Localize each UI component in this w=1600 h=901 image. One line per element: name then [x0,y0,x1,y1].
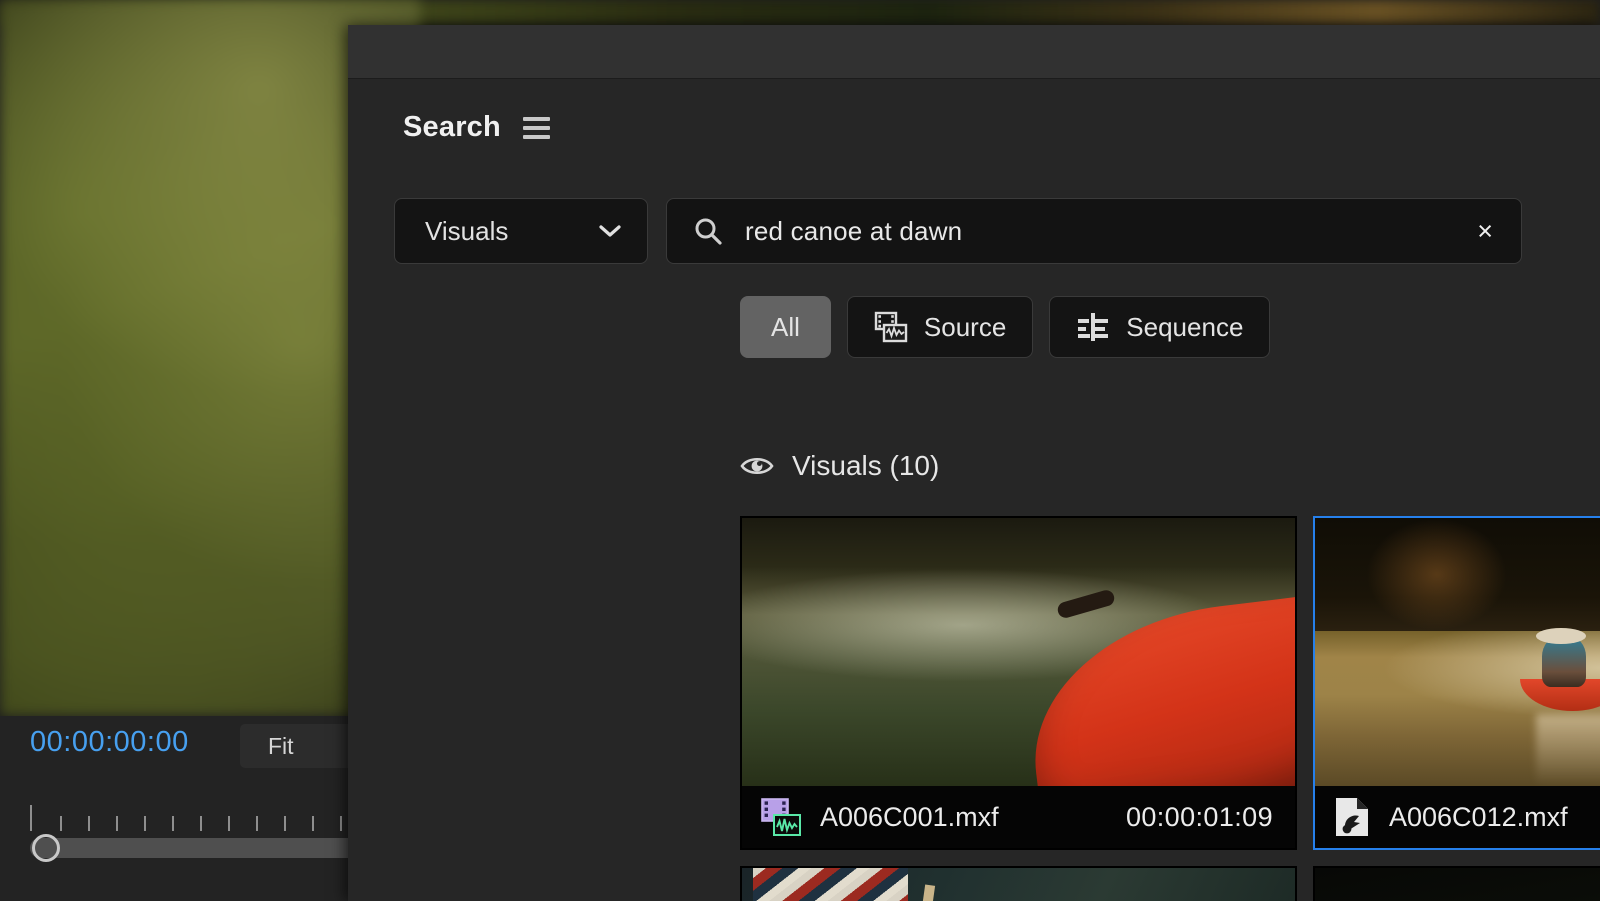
zoom-scrollbar-handle[interactable] [32,834,60,862]
tab-all-label: All [771,311,800,342]
result-card[interactable] [740,866,1297,901]
results-section-title: Visuals (10) [792,450,940,481]
results-grid: A006C001.mxf 00:00:01:09 A006C012.mxf [740,516,1600,901]
thumbnail[interactable] [1315,518,1600,786]
result-card[interactable]: A006C012.mxf 00:00:00:34 [1313,516,1600,850]
panel-titlebar[interactable] [348,25,1600,79]
file-doc-icon [1336,798,1368,836]
search-panel: Search Visuals red canoe at dawn × All S… [348,25,1600,901]
result-card[interactable]: A006C001.mxf 00:00:01:09 [740,516,1297,850]
search-input[interactable]: red canoe at dawn × [666,198,1522,264]
sequence-timeline-icon [1078,313,1109,341]
search-row: Visuals red canoe at dawn × [394,198,1522,264]
time-ruler[interactable] [30,805,360,831]
result-filename: A006C012.mxf [1389,801,1568,832]
tab-all[interactable]: All [740,296,831,358]
chevron-down-icon [599,225,621,237]
zoom-level-label: Fit [268,732,294,759]
result-meta: A006C012.mxf 00:00:00:34 [1315,786,1600,848]
tab-sequence[interactable]: Sequence [1049,296,1271,358]
scope-dropdown[interactable]: Visuals [394,198,648,264]
page-title: Search [403,111,501,143]
result-duration: 00:00:01:09 [1125,801,1273,832]
search-input-value: red canoe at dawn [745,215,963,246]
playhead-timecode[interactable]: 00:00:00:00 [30,726,189,759]
tab-sequence-label: Sequence [1126,311,1244,342]
zoom-scrollbar[interactable] [30,838,360,858]
panel-header: Search [403,111,550,144]
filter-tabs: All Source Sequence [740,296,1271,358]
result-filename: A006C001.mxf [820,801,999,832]
search-icon [695,218,722,245]
results-section-header: Visuals (10) [740,450,939,482]
screen: 00:00:00:00 Fit Search Visuals red canoe… [0,0,1600,901]
thumbnail[interactable] [742,868,1295,901]
av-clip-icon [761,798,801,836]
source-clip-icon [874,311,908,343]
hamburger-icon[interactable] [522,116,550,139]
tab-source[interactable]: Source [846,296,1034,358]
thumbnail[interactable] [742,518,1295,786]
scope-dropdown-label: Visuals [425,215,509,246]
result-meta: A006C001.mxf 00:00:01:09 [742,786,1295,848]
eye-icon [740,457,774,475]
close-icon[interactable]: × [1473,217,1497,245]
result-card[interactable] [1313,866,1600,901]
tab-source-label: Source [923,311,1007,342]
panel-body: Search Visuals red canoe at dawn × All S… [348,78,1600,901]
thumbnail[interactable] [1315,868,1600,901]
